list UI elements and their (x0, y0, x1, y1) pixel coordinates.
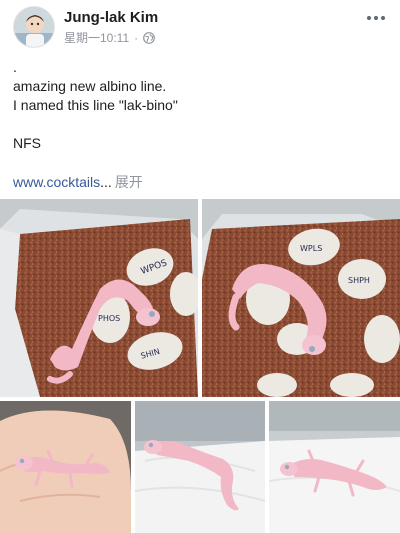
post-meta: 星期一10:11 · (64, 29, 156, 46)
website-link[interactable]: www.cocktails (13, 174, 100, 190)
globe-icon (143, 31, 156, 44)
egg-label: WPLS (300, 244, 322, 253)
egg-label: PHOS (98, 314, 120, 323)
egg-label: SHPH (348, 276, 370, 285)
see-more-button[interactable]: 展开 (115, 174, 143, 190)
post-text-line: . (13, 59, 17, 75)
post-header: Jung-lak Kim 星期一10:11 · (0, 0, 400, 50)
link-row: www.cocktails... 展开 (13, 172, 143, 192)
ellipsis: ... (100, 174, 112, 190)
author-avatar[interactable] (13, 6, 55, 48)
post-timestamp[interactable]: 星期一10:11 (64, 29, 129, 46)
photo-gecko-hand[interactable] (0, 401, 131, 533)
more-options-icon[interactable] (364, 8, 388, 28)
photo-gecko-eggs-1[interactable]: WPOS PHOS SHIN (0, 199, 198, 397)
post-text-line: amazing new albino line. (13, 78, 167, 94)
post-text-line: I named this line "lak-bino" (13, 97, 178, 113)
photo-gecko-paper-1[interactable] (135, 401, 265, 533)
author-name[interactable]: Jung-lak Kim (64, 9, 158, 26)
post-text-line (13, 115, 383, 134)
photo-gecko-paper-2[interactable] (269, 401, 400, 533)
post-text: . amazing new albino line. I named this … (13, 58, 383, 153)
post-text-line: NFS (13, 135, 41, 151)
photo-gecko-eggs-2[interactable]: WPLS SHPH (202, 199, 400, 397)
